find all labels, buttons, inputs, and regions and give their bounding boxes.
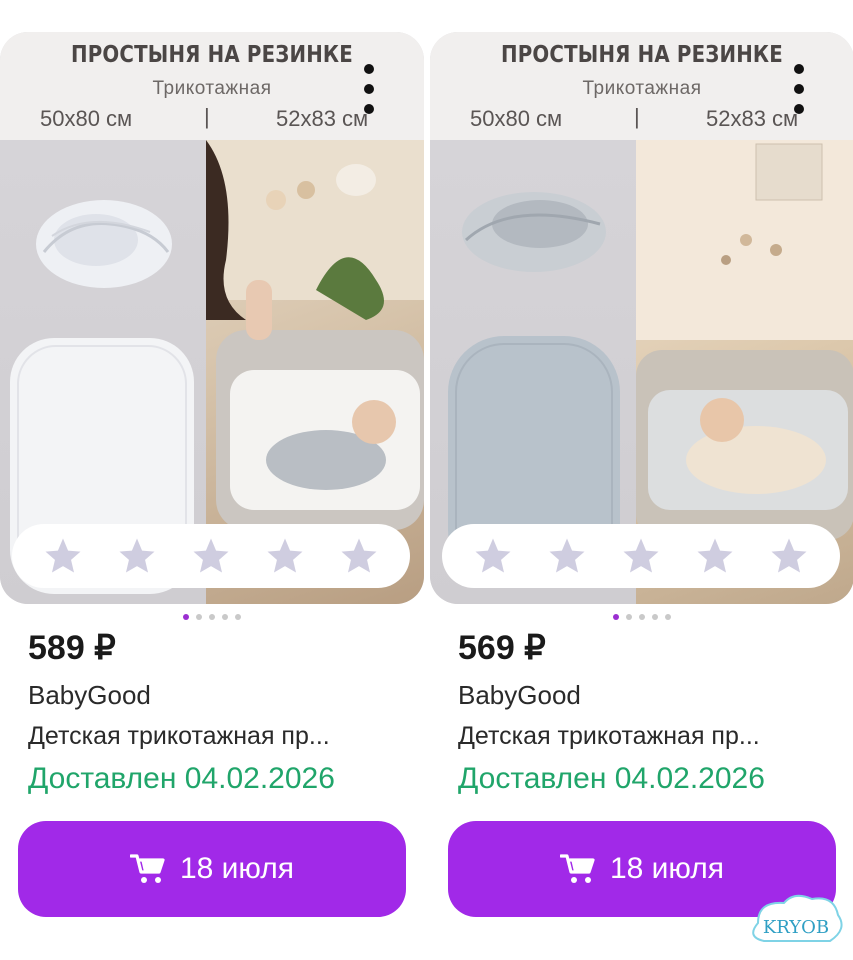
size-separator: | bbox=[634, 104, 640, 129]
star-icon bbox=[267, 538, 303, 573]
more-vertical-icon[interactable] bbox=[790, 64, 808, 114]
watermark-text: KRYOB bbox=[763, 917, 829, 938]
rating-stars bbox=[12, 524, 410, 588]
star-icon bbox=[549, 538, 585, 573]
product-brand[interactable]: BabyGood bbox=[458, 680, 581, 711]
size-label-small: 50х80 см bbox=[470, 106, 563, 131]
rating-stars bbox=[442, 524, 840, 588]
product-title[interactable]: Детская трикотажная пр... bbox=[458, 722, 760, 751]
delivery-status: Доставлен 04.02.2026 bbox=[28, 762, 335, 795]
star-icon bbox=[119, 538, 155, 573]
banner-title: ПРОСТЫНЯ НА РЕЗИНКЕ bbox=[501, 42, 783, 68]
star-icon bbox=[341, 538, 377, 573]
star-icon bbox=[771, 538, 807, 573]
cart-icon bbox=[559, 854, 595, 883]
star-icon bbox=[697, 538, 733, 573]
star-icon bbox=[45, 538, 81, 573]
more-vertical-icon[interactable] bbox=[360, 64, 378, 114]
add-to-cart-button[interactable]: 18 июля bbox=[18, 821, 406, 917]
delivery-status: Доставлен 04.02.2026 bbox=[458, 762, 765, 795]
size-label-small: 50х80 см bbox=[40, 106, 133, 131]
banner-title: ПРОСТЫНЯ НА РЕЗИНКЕ bbox=[71, 42, 353, 68]
star-icon bbox=[623, 538, 659, 573]
size-label-large: 52х83 см bbox=[276, 106, 369, 131]
product-price: 589 ₽ bbox=[28, 629, 116, 667]
cart-button-label: 18 июля bbox=[179, 852, 295, 885]
size-separator: | bbox=[204, 104, 210, 129]
size-label-large: 52х83 см bbox=[706, 106, 799, 131]
product-price: 569 ₽ bbox=[458, 629, 546, 667]
product-title[interactable]: Детская трикотажная пр... bbox=[28, 722, 330, 751]
product-image-carousel[interactable]: ПРОСТЫНЯ НА РЕЗИНКЕ Трикотажная 50х80 см… bbox=[0, 32, 424, 604]
star-icon bbox=[193, 538, 229, 573]
product-brand[interactable]: BabyGood bbox=[28, 680, 151, 711]
product-image-carousel[interactable]: ПРОСТЫНЯ НА РЕЗИНКЕ Трикотажная 50х80 см… bbox=[430, 32, 853, 604]
cart-icon bbox=[129, 854, 165, 883]
star-icon bbox=[475, 538, 511, 573]
cart-button-label: 18 июля bbox=[609, 852, 725, 885]
watermark-logo: KRYOB bbox=[752, 894, 843, 942]
